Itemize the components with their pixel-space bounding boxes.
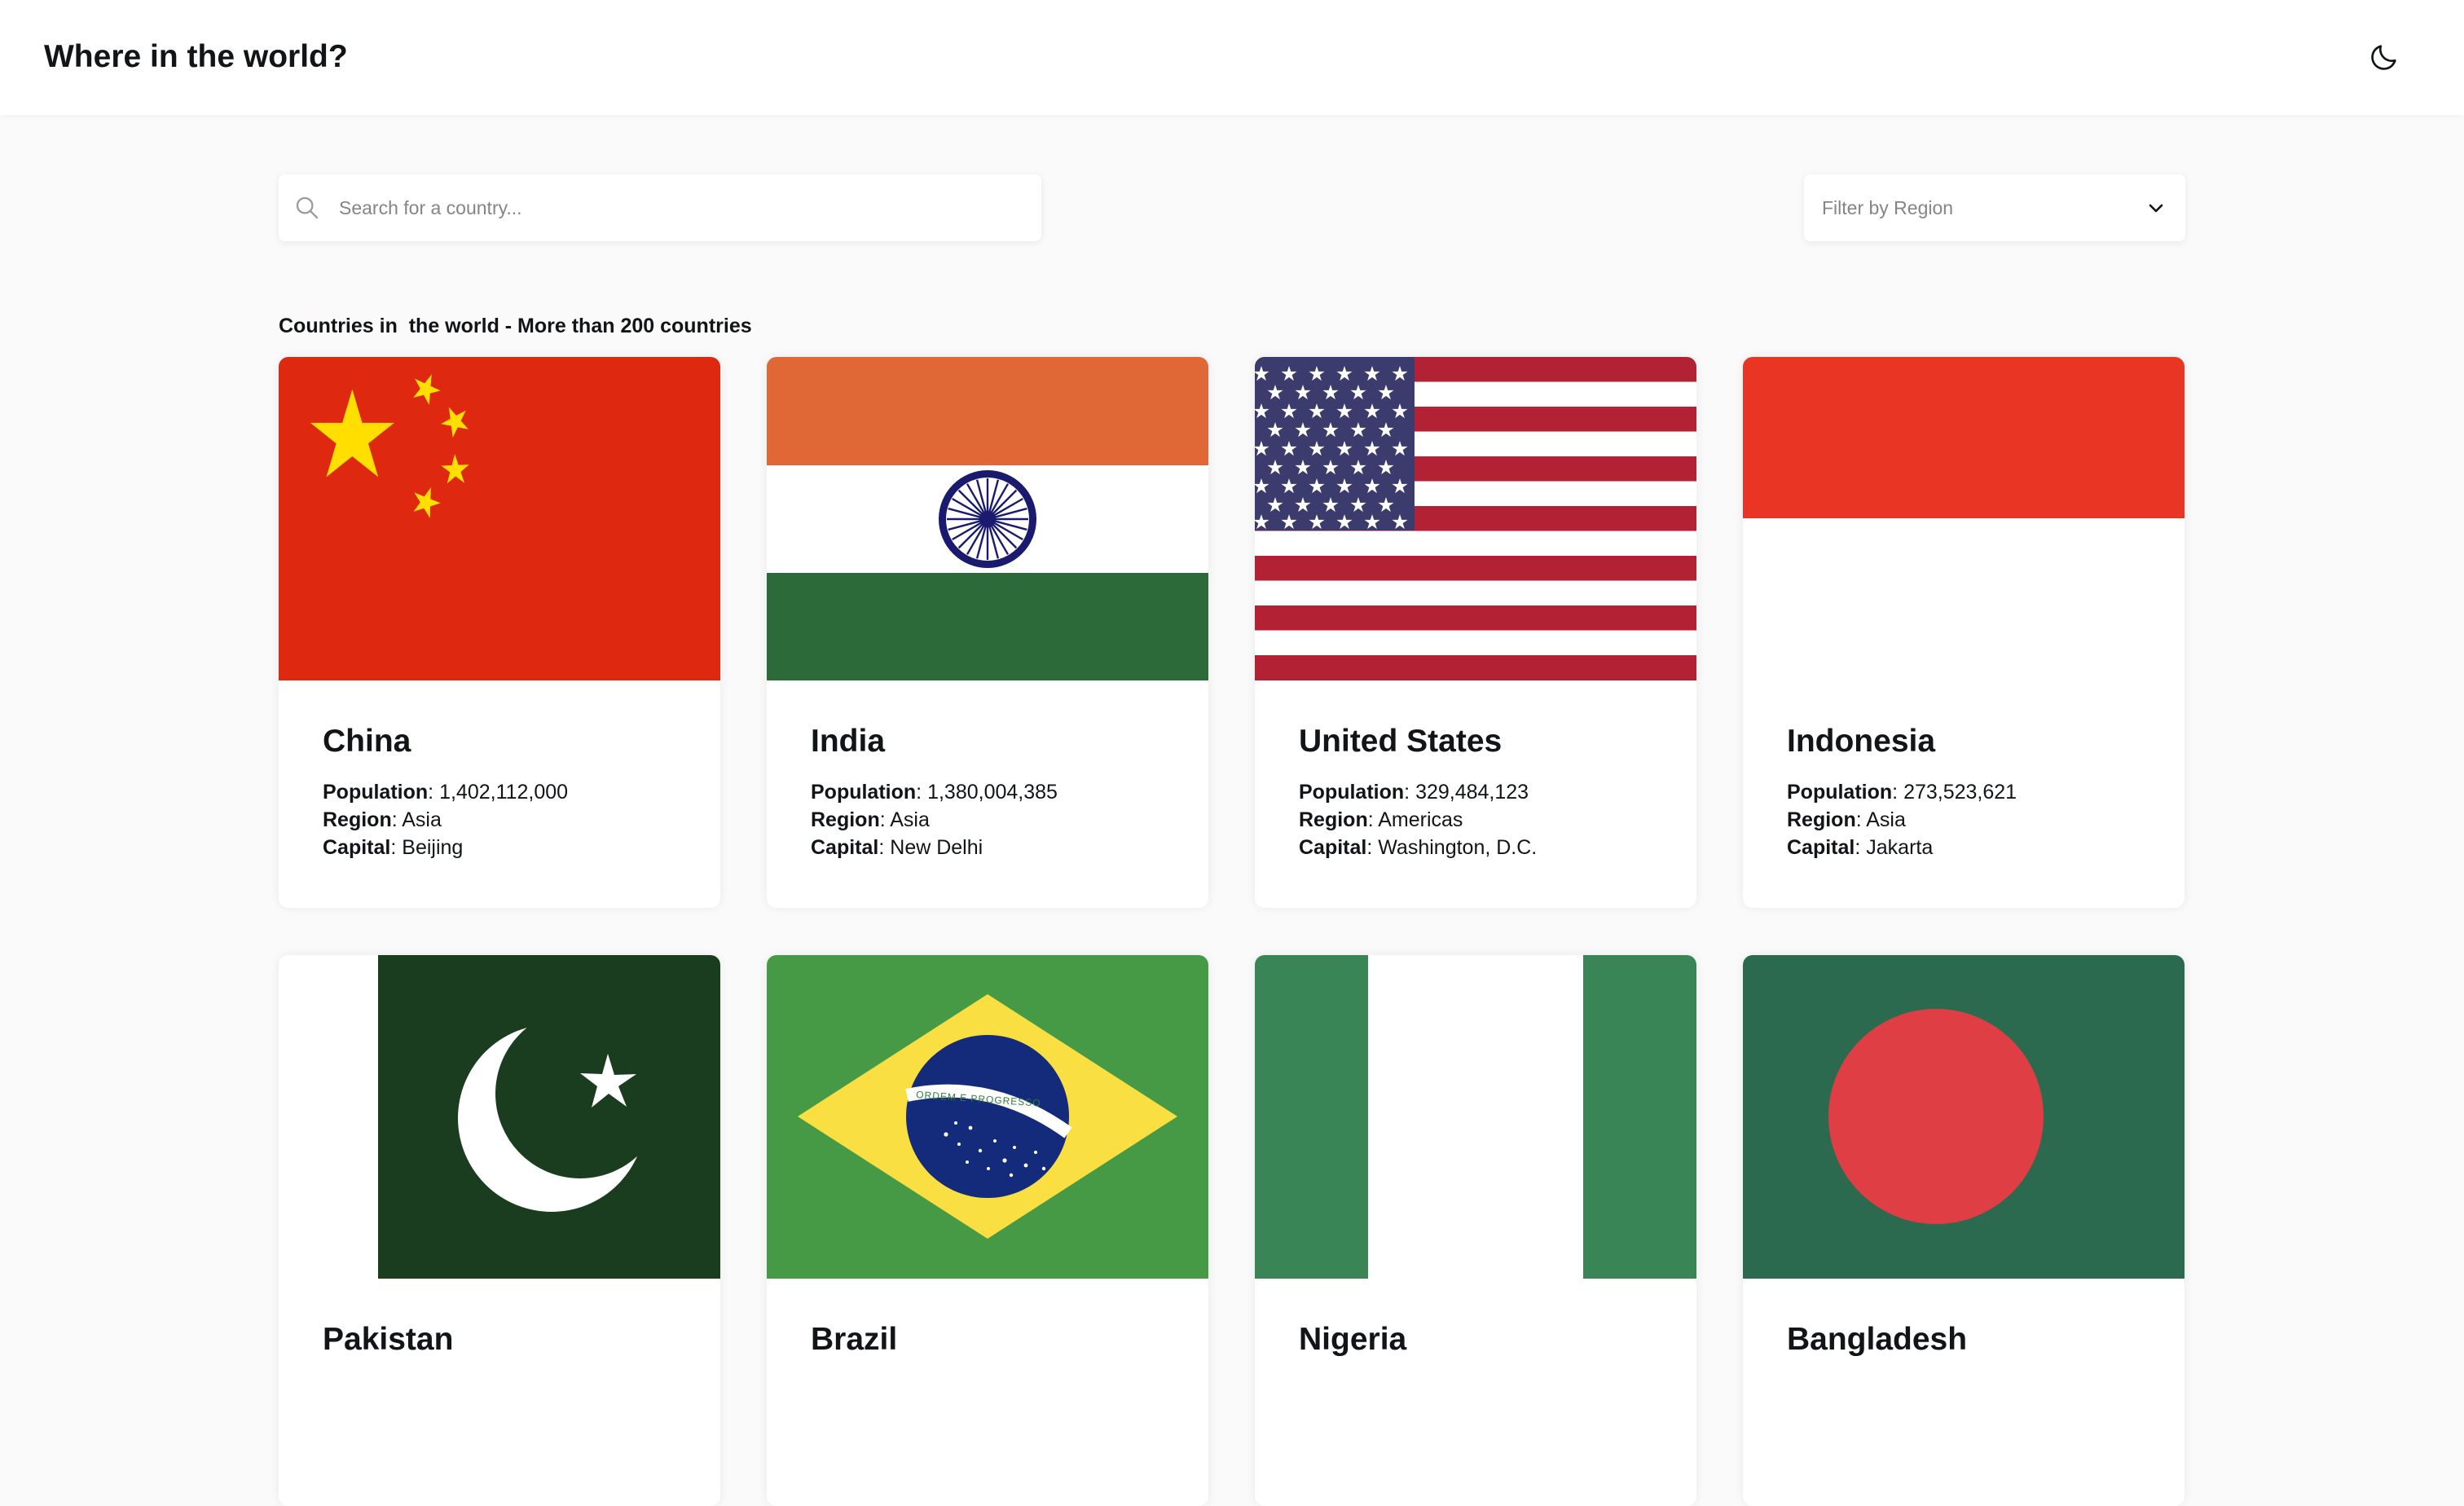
country-name: Nigeria [1299,1322,1407,1357]
flag-nigeria [1255,955,1696,1279]
capital-row: Capital: Jakarta [1787,836,1934,859]
country-name: Indonesia [1787,724,1936,759]
country-card-china[interactable]: China Population: 1,402,112,000 Region: … [279,357,720,908]
country-card-united-states[interactable]: United States Population: 329,484,123 Re… [1255,357,1696,908]
capital-row: Capital: Washington, D.C. [1299,836,1538,859]
country-grid: China Population: 1,402,112,000 Region: … [279,357,2185,1506]
search-box[interactable] [279,174,1041,241]
chevron-down-icon [2146,198,2166,218]
region-filter-dropdown[interactable]: Filter by Region [1804,174,2185,241]
flag-china [279,357,720,680]
population-row: Population: 1,402,112,000 [323,781,569,804]
country-name: China [323,724,411,759]
flag-bangladesh [1743,955,2185,1279]
country-card-bangladesh[interactable]: Bangladesh [1743,955,2185,1506]
site-title: Where in the world? [44,39,348,74]
region-row: Region: Asia [1787,808,1906,831]
country-name: Bangladesh [1787,1322,1968,1357]
flag-indonesia [1743,357,2185,680]
population-row: Population: 329,484,123 [1299,781,1529,804]
country-card-nigeria[interactable]: Nigeria [1255,955,1696,1506]
population-row: Population: 1,380,004,385 [811,781,1058,804]
moon-icon [2371,45,2396,70]
section-heading: Countries in the world - More than 200 c… [279,315,752,337]
country-name: United States [1299,724,1503,759]
country-name: India [811,724,886,759]
country-card-india[interactable]: India Population: 1,380,004,385 Region: … [767,357,1208,908]
capital-row: Capital: Beijing [323,836,464,859]
app-header: Where in the world? [0,0,2464,115]
search-input[interactable] [337,183,1009,233]
search-icon [293,194,321,222]
country-card-brazil[interactable]: ORDEM E PROGRESSO Brazil [767,955,1208,1506]
region-row: Region: Americas [1299,808,1463,831]
country-name: Pakistan [323,1322,454,1357]
country-name: Brazil [811,1322,898,1357]
flag-united-states [1255,357,1696,680]
dark-mode-toggle[interactable] [2363,36,2405,78]
flag-brazil: ORDEM E PROGRESSO [767,955,1208,1279]
flag-india [767,357,1208,680]
population-row: Population: 273,523,621 [1787,781,2017,804]
region-row: Region: Asia [811,808,930,831]
capital-row: Capital: New Delhi [811,836,983,859]
country-card-pakistan[interactable]: Pakistan [279,955,720,1506]
region-filter-label: Filter by Region [1822,196,1954,218]
region-row: Region: Asia [323,808,442,831]
country-card-indonesia[interactable]: Indonesia Population: 273,523,621 Region… [1743,357,2185,908]
flag-pakistan [279,955,720,1279]
